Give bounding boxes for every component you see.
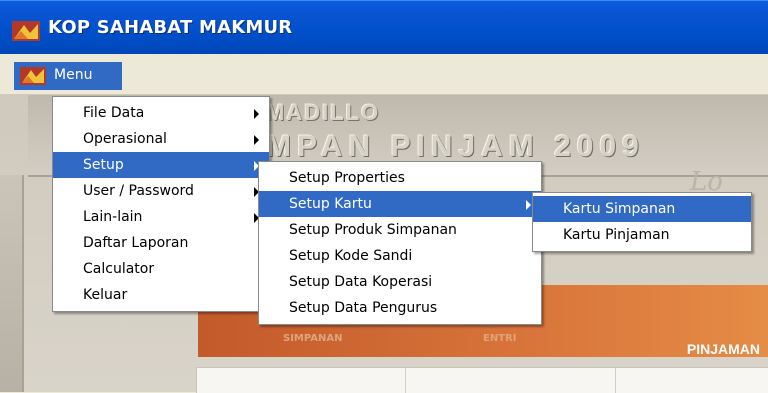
submenu-arrow-icon	[526, 200, 531, 210]
menu-item-label: Setup Data Koperasi	[289, 274, 433, 290]
menu-item-setup-kartu[interactable]: Setup Kartu	[259, 191, 541, 217]
panel-divider	[405, 368, 406, 393]
menu-item-label: Setup Properties	[289, 170, 405, 186]
menu-item-label: Operasional	[83, 131, 167, 147]
panel-divider	[615, 368, 616, 393]
banner-text-line2: MPAN PINJAM 2009	[266, 130, 645, 163]
faint-label-simpanan: SIMPANAN	[283, 333, 343, 344]
menu-item-kartu-pinjaman[interactable]: Kartu Pinjaman	[533, 222, 751, 248]
menu-item-kartu-simpanan[interactable]: Kartu Simpanan	[533, 196, 751, 222]
menu-item-label: Setup Kartu	[289, 196, 372, 212]
menu-item-setup-kode-sandi[interactable]: Setup Kode Sandi	[259, 243, 541, 269]
menu-item-label: Setup Kode Sandi	[289, 248, 413, 264]
menu-item-lain-lain[interactable]: Lain-lain	[53, 204, 269, 230]
menu-item-setup-data-koperasi[interactable]: Setup Data Koperasi	[259, 269, 541, 295]
menu-item-operasional[interactable]: Operasional	[53, 126, 269, 152]
submenu-arrow-icon	[254, 109, 259, 119]
menu-item-label: Setup Data Pengurus	[289, 300, 438, 316]
menu-item-setup[interactable]: Setup	[53, 152, 269, 178]
window-title: KOP SAHABAT MAKMUR	[48, 17, 293, 38]
menu-bar: Menu	[0, 54, 768, 95]
left-stripe	[0, 175, 24, 392]
menu-item-label: Kartu Simpanan	[563, 201, 676, 217]
menu-item-label: Daftar Laporan	[83, 235, 189, 251]
menu-item-label: Keluar	[83, 287, 128, 303]
setup-submenu: Setup Properties Setup Kartu Setup Produ…	[258, 161, 542, 325]
setup-kartu-submenu: Kartu Simpanan Kartu Pinjaman	[532, 192, 752, 252]
menu-item-setup-produk-simpanan[interactable]: Setup Produk Simpanan	[259, 217, 541, 243]
menu-item-label: Kartu Pinjaman	[563, 227, 670, 243]
pinjaman-label: PINJAMAN	[686, 341, 760, 357]
menu-item-file-data[interactable]: File Data	[53, 100, 269, 126]
menu-label: Menu	[54, 67, 93, 83]
menu-item-label: File Data	[83, 105, 145, 121]
shortcut-panel	[196, 367, 768, 393]
menu-item-label: Setup	[83, 157, 124, 173]
menu-item-label: Calculator	[83, 261, 155, 277]
menu-item-label: User / Password	[83, 183, 194, 199]
menu-item-setup-data-pengurus[interactable]: Setup Data Pengurus	[259, 295, 541, 321]
window-title-bar[interactable]: KOP SAHABAT MAKMUR	[0, 0, 768, 54]
menu-item-calculator[interactable]: Calculator	[53, 256, 269, 282]
menu-item-daftar-laporan[interactable]: Daftar Laporan	[53, 230, 269, 256]
menu-item-keluar[interactable]: Keluar	[53, 282, 269, 308]
app-icon	[12, 21, 40, 41]
main-menu-dropdown: File Data Operasional Setup User / Passw…	[52, 96, 270, 312]
menu-item-label: Lain-lain	[83, 209, 143, 225]
menu-item-user-password[interactable]: User / Password	[53, 178, 269, 204]
submenu-arrow-icon	[254, 135, 259, 145]
faint-label-entri: ENTRI	[483, 333, 517, 344]
menu-item-setup-properties[interactable]: Setup Properties	[259, 165, 541, 191]
menu-button[interactable]: Menu	[14, 62, 122, 90]
menu-item-label: Setup Produk Simpanan	[289, 222, 457, 238]
app-menu-icon	[20, 67, 46, 85]
banner-text-line1: MADILLO	[266, 100, 381, 125]
